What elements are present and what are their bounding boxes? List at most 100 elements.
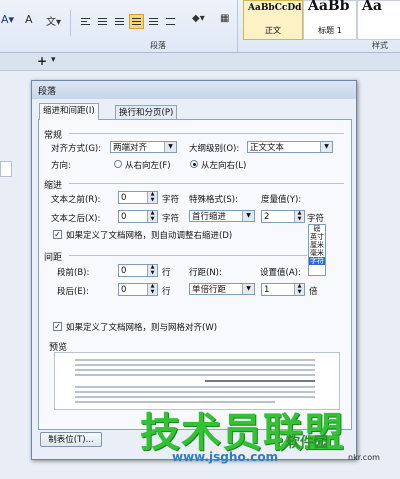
font-color-icon[interactable]: A▾ <box>1 13 14 26</box>
align-right-button[interactable] <box>112 14 127 29</box>
spinner-icon[interactable]: ▲ ▼ <box>294 283 304 295</box>
preview-line <box>75 391 315 393</box>
tabs-button[interactable]: 制表位(T)... <box>40 432 102 447</box>
ribbon-divider <box>237 0 238 52</box>
style-preview: AaBbCcDd <box>248 3 302 13</box>
section-divider <box>69 255 307 256</box>
special-format-label: 特殊格式(S): <box>189 195 238 205</box>
indent-before-unit: 字符 <box>162 195 180 205</box>
space-after-unit: 行 <box>162 287 171 297</box>
styles-group-label: 样式 <box>372 41 388 50</box>
phonetic-icon[interactable]: 文▾ <box>46 13 61 28</box>
setting-value-value: 1 <box>264 285 270 295</box>
unit-option-selected[interactable]: 字符 <box>309 257 325 265</box>
indent-after-input[interactable]: 0 ▲ ▼ <box>118 210 158 223</box>
dialog-panel: 常规 对齐方式(G): 两端对齐 ▼ 大纲级别(O): 正文文本 ▼ 方向: 从右向… <box>38 119 352 430</box>
section-spacing: 间距 <box>44 253 63 263</box>
preview-line <box>75 369 315 371</box>
style-heading-2[interactable]: Aa <box>357 0 400 40</box>
spinner-icon[interactable]: ▲ ▼ <box>147 210 157 222</box>
align-left-button[interactable] <box>78 14 93 29</box>
watermark-site: www.jsgho.com <box>172 450 279 464</box>
ltr-radio[interactable] <box>190 160 198 168</box>
watermark-en: nkr.com <box>348 453 380 462</box>
direction-label: 方向: <box>51 161 71 171</box>
line-spacing-select[interactable]: 单倍行距 ▼ <box>189 283 255 295</box>
preview-line <box>75 374 315 376</box>
section-indent: 缩进 <box>44 181 63 191</box>
measure-label: 度量值(Y): <box>261 195 302 205</box>
preview-line <box>75 364 315 366</box>
chevron-down-icon: ▼ <box>242 211 254 221</box>
indent-after-unit: 字符 <box>162 214 180 224</box>
dialog-title: 段落 <box>38 87 57 97</box>
indent-before-input[interactable]: 0 ▲ ▼ <box>118 191 158 204</box>
auto-adjust-label: 如果定义了文档网格，则自动调整右缩进(D) <box>66 231 233 241</box>
justify-button[interactable] <box>129 14 144 29</box>
unit-option[interactable]: 厘米 <box>309 241 325 249</box>
paragraph-group-label: 段落 <box>150 41 166 50</box>
indent-before-label: 文本之前(R): <box>51 195 101 205</box>
unit-option[interactable]: 毫米 <box>309 249 325 257</box>
border-icon[interactable]: ▦ <box>220 13 229 24</box>
new-tab-button[interactable]: + <box>37 54 47 68</box>
ltr-label: 从左向右(L) <box>201 161 247 171</box>
unit-option[interactable]: 英寸 <box>309 233 325 241</box>
outline-level-select[interactable]: 正文文本 ▼ <box>247 141 333 153</box>
style-name: 标题 1 <box>318 26 342 35</box>
tab-menu-chevron-icon[interactable]: ▾ <box>51 55 56 65</box>
measure-value: 2 <box>264 212 270 222</box>
space-before-input[interactable]: 0 ▲ ▼ <box>118 264 158 277</box>
space-before-label: 段前(B): <box>57 268 90 278</box>
space-after-value: 0 <box>121 285 127 295</box>
section-general: 常规 <box>44 131 63 141</box>
space-after-label: 段后(E): <box>57 287 89 297</box>
style-heading-1[interactable]: AaBb 标题 1 <box>303 0 357 40</box>
rtl-label: 从右向左(F) <box>125 161 171 171</box>
auto-adjust-checkbox[interactable]: ✓ <box>53 230 62 239</box>
alignment-label: 对齐方式(G): <box>51 144 102 154</box>
setting-value-label: 设置值(A): <box>260 268 301 278</box>
chevron-down-icon: ▼ <box>164 142 176 152</box>
preview-line <box>75 396 315 398</box>
line-spacing-value: 单倍行距 <box>192 285 227 295</box>
preview-line <box>75 359 315 361</box>
unit-option[interactable]: 磅 <box>309 225 325 233</box>
style-preview: AaBb <box>308 0 350 14</box>
special-format-select[interactable]: 首行缩进 ▼ <box>189 210 255 222</box>
snap-grid-label: 如果定义了文档网格，则与网格对齐(W) <box>66 323 218 333</box>
distributed-button[interactable] <box>146 14 161 29</box>
alignment-select[interactable]: 两端对齐 ▼ <box>110 141 177 153</box>
measure-unit: 字符 <box>307 214 325 224</box>
ribbon-divider <box>70 10 71 36</box>
tab-line-page-breaks[interactable]: 换行和分页(P) <box>115 105 178 120</box>
line-spacing-label: 行距(N): <box>189 268 222 278</box>
indent-after-value: 0 <box>121 212 127 222</box>
spinner-icon[interactable]: ▲ ▼ <box>147 264 157 276</box>
shading-icon[interactable]: ◆▾ <box>192 13 205 24</box>
measure-input[interactable]: 2 ▲ ▼ <box>261 210 305 223</box>
snap-grid-checkbox[interactable]: ✓ <box>53 322 62 331</box>
spinner-icon[interactable]: ▲ ▼ <box>147 283 157 295</box>
spinner-icon[interactable]: ▲ ▼ <box>147 191 157 203</box>
indent-after-label: 文本之后(X): <box>51 214 101 224</box>
chevron-down-icon: ▼ <box>320 142 332 152</box>
spinner-icon[interactable]: ▲ ▼ <box>294 210 304 222</box>
watermark-cn: 软件园 <box>286 435 328 451</box>
preview-line <box>75 386 315 388</box>
setting-value-unit: 倍 <box>309 287 318 297</box>
outline-level-label: 大纲级别(O): <box>189 144 240 154</box>
rtl-radio[interactable] <box>114 160 122 168</box>
tab-indent-spacing[interactable]: 缩进和间距(I) <box>39 103 99 120</box>
font-size-icon[interactable]: A <box>25 13 33 26</box>
space-after-input[interactable]: 0 ▲ ▼ <box>118 283 158 296</box>
setting-value-input[interactable]: 1 ▲ ▼ <box>261 283 305 296</box>
space-before-value: 0 <box>121 266 127 276</box>
space-before-unit: 行 <box>162 268 171 278</box>
align-center-button[interactable] <box>95 14 110 29</box>
line-spacing-button[interactable] <box>163 14 178 29</box>
preview-line <box>205 380 315 382</box>
chevron-down-icon: ▼ <box>242 284 254 294</box>
style-normal[interactable]: AaBbCcDd 正文 <box>243 0 303 40</box>
section-divider <box>69 133 344 134</box>
